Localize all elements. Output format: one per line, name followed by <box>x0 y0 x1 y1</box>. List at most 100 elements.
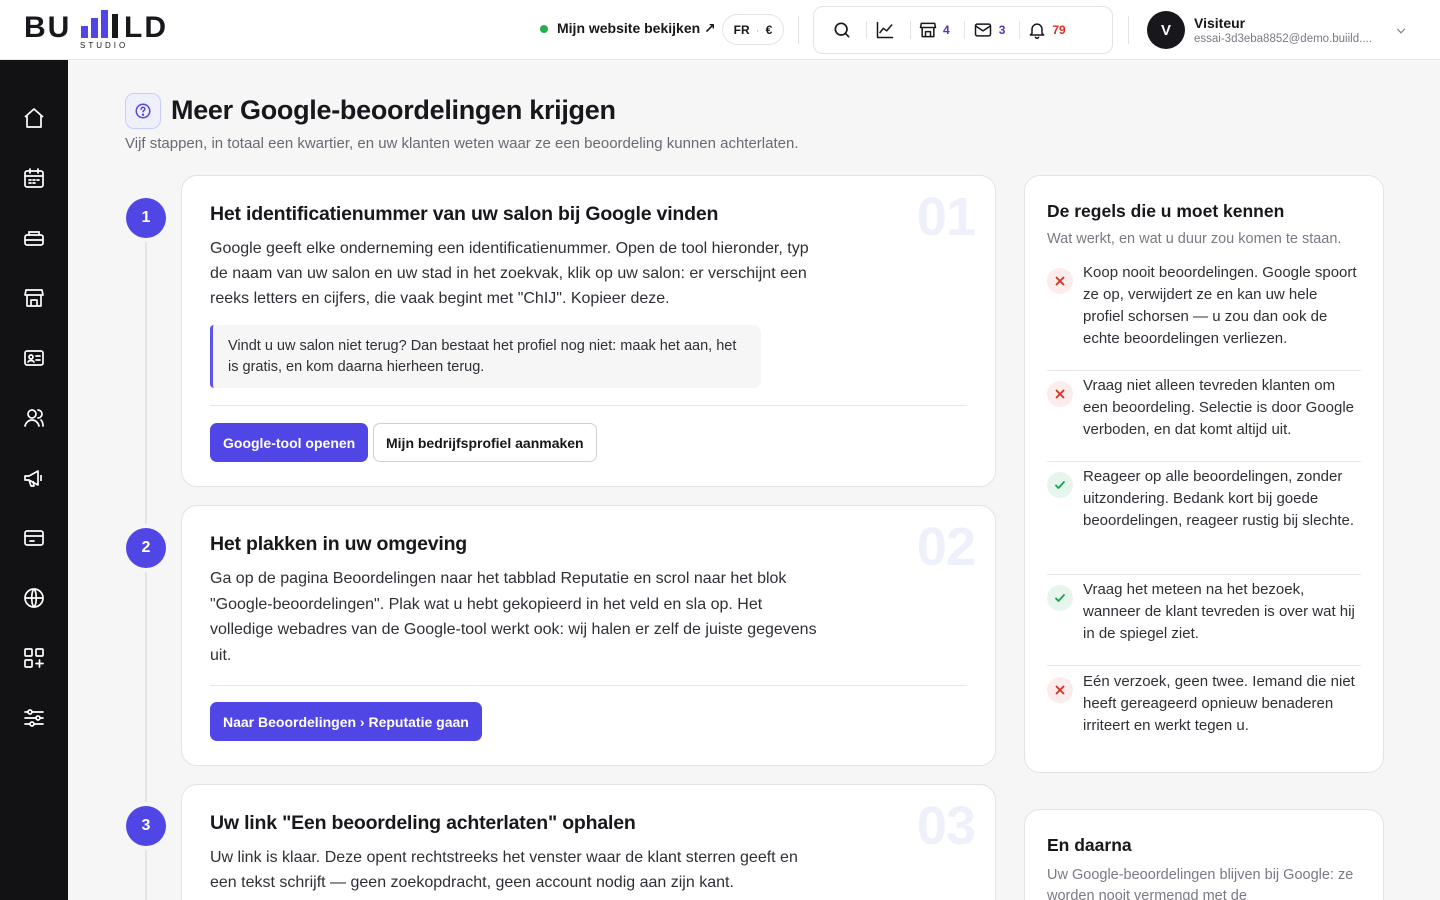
rules-subtitle: Wat werkt, en wat u duur zou komen te st… <box>1047 231 1342 247</box>
step-card: 02 Het plakken in uw omgeving Ga op de p… <box>181 505 996 766</box>
view-website-link[interactable]: Mijn website bekijken ↗ <box>540 20 716 37</box>
page-title: Meer Google-beoordelingen krijgen <box>171 95 616 125</box>
mail-icon <box>974 23 991 37</box>
top-bar: BU LD STUDIO Mijn website bekijken ↗ FR … <box>0 0 1440 60</box>
next-title: En daarna <box>1047 835 1132 855</box>
user-email: essai-3d3eba8852@demo.buiild.... <box>1194 33 1372 45</box>
payments-icon <box>24 530 44 546</box>
step-number: 3 <box>126 806 166 846</box>
open-google-tool-button[interactable]: Google-tool openen <box>210 423 369 462</box>
divider <box>1047 665 1361 666</box>
shop-button[interactable]: 4 <box>910 14 958 46</box>
sidebar-item-home[interactable] <box>14 98 54 138</box>
rule-text: Koop nooit beoordelingen. Google spoort … <box>1083 264 1357 347</box>
sidebar-item-payments[interactable] <box>14 518 54 558</box>
sidebar-item-settings[interactable] <box>14 698 54 738</box>
shop-count: 4 <box>943 23 950 37</box>
brand-sub: STUDIO <box>80 41 129 50</box>
sidebar-item-customers[interactable] <box>14 398 54 438</box>
step-number: 1 <box>126 198 166 238</box>
check-icon <box>1047 472 1073 498</box>
rule-text: Vraag niet alleen tevreden klanten om ee… <box>1083 377 1355 438</box>
store-icon <box>24 289 44 307</box>
view-website-label: Mijn website bekijken ↗ <box>557 20 716 36</box>
go-to-reputation-button[interactable]: Naar Beoordelingen › Reputatie gaan <box>210 702 482 741</box>
language-label: FR <box>733 22 750 37</box>
customers-icon <box>24 409 44 427</box>
chart-icon <box>876 21 894 39</box>
apps-icon <box>24 648 44 668</box>
brand-logo[interactable]: BU LD STUDIO <box>24 8 184 52</box>
sidebar-item-services[interactable] <box>14 218 54 258</box>
divider <box>798 16 799 44</box>
step-big-number: 01 <box>916 187 976 247</box>
divider <box>1047 370 1361 371</box>
step-text: Google geeft elke onderneming een identi… <box>210 240 809 307</box>
settings-sliders-icon <box>24 709 44 727</box>
sidebar-item-store[interactable] <box>14 278 54 318</box>
sidebar-item-marketing[interactable] <box>14 458 54 498</box>
help-button[interactable] <box>125 93 161 129</box>
rule-text: Reageer op alle beoordelingen, zonder ui… <box>1083 468 1355 529</box>
calendar-icon <box>24 168 44 188</box>
divider <box>1047 574 1361 575</box>
step-title: Uw link "Een beoordeling achterlaten" op… <box>210 812 636 834</box>
globe-icon <box>24 588 44 608</box>
home-icon <box>24 108 44 128</box>
rules-title: De regels die u moet kennen <box>1047 201 1285 221</box>
step-number: 2 <box>126 528 166 568</box>
rule-text: Vraag het meteen na het bezoek, wanneer … <box>1083 581 1355 642</box>
sidebar-item-website[interactable] <box>14 578 54 618</box>
avatar: V <box>1147 11 1185 49</box>
store-icon <box>919 22 937 38</box>
messages-button[interactable]: 3 <box>963 14 1014 46</box>
currency-label: € <box>765 22 773 37</box>
check-icon <box>1047 585 1073 611</box>
search-icon <box>834 22 850 38</box>
rule-text: Eén verzoek, geen twee. Iemand die niet … <box>1083 673 1355 734</box>
rules-panel: De regels die u moet kennen Wat werkt, e… <box>1024 175 1384 773</box>
step-title: Het identificatienummer van uw salon bij… <box>210 203 719 225</box>
sidebar-item-contacts[interactable] <box>14 338 54 378</box>
create-business-profile-button[interactable]: Mijn bedrijfsprofiel aanmaken <box>373 423 597 462</box>
megaphone-icon <box>24 470 42 487</box>
step-callout: Vindt u uw salon niet terug? Dan bestaat… <box>210 325 761 388</box>
chevron-down-icon[interactable] <box>1394 24 1408 38</box>
cross-icon <box>1047 268 1073 294</box>
step-big-number: 02 <box>916 517 976 577</box>
notifications-count: 79 <box>1052 23 1066 37</box>
sidebar <box>0 60 68 900</box>
svg-text:BU: BU <box>24 11 71 38</box>
bell-icon <box>1029 23 1045 40</box>
page-subtitle: Vijf stappen, in totaal een kwartier, en… <box>125 135 799 152</box>
sidebar-item-apps[interactable] <box>14 638 54 678</box>
contact-card-icon <box>24 350 44 366</box>
lang-separator: · <box>755 22 760 37</box>
divider <box>1047 461 1361 462</box>
search-button[interactable] <box>824 14 860 46</box>
svg-text:LD: LD <box>124 11 168 38</box>
cross-icon <box>1047 381 1073 407</box>
next-text: Uw Google-beoordelingen blijven bij Goog… <box>1047 867 1354 900</box>
messages-count: 3 <box>998 23 1006 37</box>
analytics-button[interactable] <box>866 14 904 46</box>
divider <box>210 685 967 686</box>
toolbar: 4 3 79 <box>813 6 1113 54</box>
step-text: Uw link is klaar. Deze opent rechtstreek… <box>210 849 798 891</box>
user-name: Visiteur <box>1194 15 1246 31</box>
step-text: Ga op de pagina Beoordelingen naar het t… <box>210 570 817 664</box>
online-status-dot <box>540 24 548 33</box>
notifications-button[interactable]: 79 <box>1019 14 1073 46</box>
user-menu[interactable]: V Visiteur essai-3d3eba8852@demo.buiild.… <box>1147 11 1390 49</box>
next-panel: En daarna Uw Google-beoordelingen blijve… <box>1024 809 1384 900</box>
step-card: 01 Het identificatienummer van uw salon … <box>181 175 996 487</box>
divider <box>1128 16 1129 44</box>
step-title: Het plakken in uw omgeving <box>210 533 468 555</box>
divider <box>210 405 967 406</box>
language-currency-switch[interactable]: FR · € <box>722 14 784 45</box>
step-big-number: 03 <box>916 796 976 856</box>
services-icon <box>24 231 44 246</box>
question-icon <box>135 103 151 119</box>
cross-icon <box>1047 677 1073 703</box>
sidebar-item-calendar[interactable] <box>14 158 54 198</box>
